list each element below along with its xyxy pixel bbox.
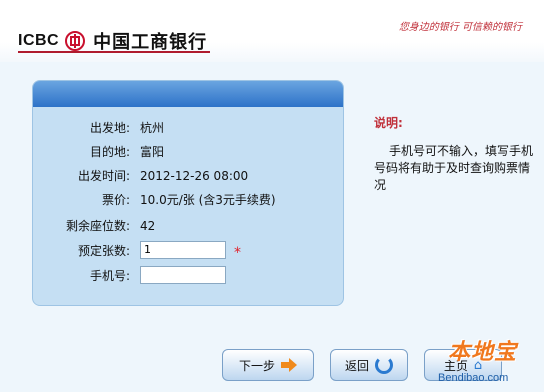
panel-header xyxy=(33,81,343,107)
phone-input[interactable] xyxy=(140,266,226,284)
ticket-form-panel: 出发地: 杭州 目的地: 富阳 出发时间: 2012-12-26 08:00 票… xyxy=(32,80,344,306)
row-price: 票价: 10.0元/张 (含3元手续费) xyxy=(33,191,276,208)
departure-time-value: 2012-12-26 08:00 xyxy=(140,168,249,183)
price-value: 10.0元/张 (含3元手续费) xyxy=(140,193,276,207)
watermark-cn: 本地宝 xyxy=(448,340,518,365)
logo-text-en: ICBC xyxy=(18,32,60,49)
header-bar: ICBC 中国工商银行 您身边的银行 可信赖的银行 xyxy=(0,0,544,62)
note-body: 手机号可不输入，填写手机号码将有助于及时查询购票情况 xyxy=(374,144,534,192)
departure-label: 出发地: xyxy=(89,121,130,135)
next-button[interactable]: 下一步 xyxy=(222,349,314,381)
next-button-label: 下一步 xyxy=(238,358,275,373)
seats-label: 剩余座位数: xyxy=(65,219,130,233)
row-departure: 出发地: 杭州 xyxy=(33,119,164,136)
watermark: 本地宝 Bendibao.com xyxy=(438,332,538,390)
refresh-icon xyxy=(375,356,393,374)
phone-label: 手机号: xyxy=(89,268,130,283)
ticket-count-label: 预定张数: xyxy=(77,243,130,258)
icbc-logo-icon xyxy=(65,31,86,51)
back-button-label: 返回 xyxy=(344,358,369,373)
row-seats: 剩余座位数: 42 xyxy=(33,217,155,234)
row-phone: 手机号: xyxy=(33,266,226,284)
info-note: 说明: 手机号可不输入，填写手机号码将有助于及时查询购票情况 xyxy=(374,114,534,194)
phone-wrap xyxy=(140,266,226,284)
ticket-count-input[interactable]: 1 xyxy=(140,241,226,259)
slogan: 您身边的银行 可信赖的银行 xyxy=(398,22,522,33)
watermark-en: Bendibao.com xyxy=(438,372,509,384)
logo-underline xyxy=(18,51,210,53)
seats-value: 42 xyxy=(140,218,156,233)
row-destination: 目的地: 富阳 xyxy=(33,143,164,160)
arrow-right-icon xyxy=(281,358,297,372)
ticket-count-wrap: 1 xyxy=(140,241,226,259)
row-departure-time: 出发时间: 2012-12-26 08:00 xyxy=(33,167,248,184)
required-asterisk: * xyxy=(234,245,241,261)
row-ticket-count: 预定张数: 1 xyxy=(33,241,226,259)
departure-time-label: 出发时间: xyxy=(77,169,130,183)
price-label: 票价: xyxy=(101,193,130,207)
destination-label: 目的地: xyxy=(89,145,130,159)
destination-value: 富阳 xyxy=(140,145,165,159)
departure-value: 杭州 xyxy=(140,121,165,135)
note-title: 说明: xyxy=(374,116,403,130)
back-button[interactable]: 返回 xyxy=(330,349,408,381)
